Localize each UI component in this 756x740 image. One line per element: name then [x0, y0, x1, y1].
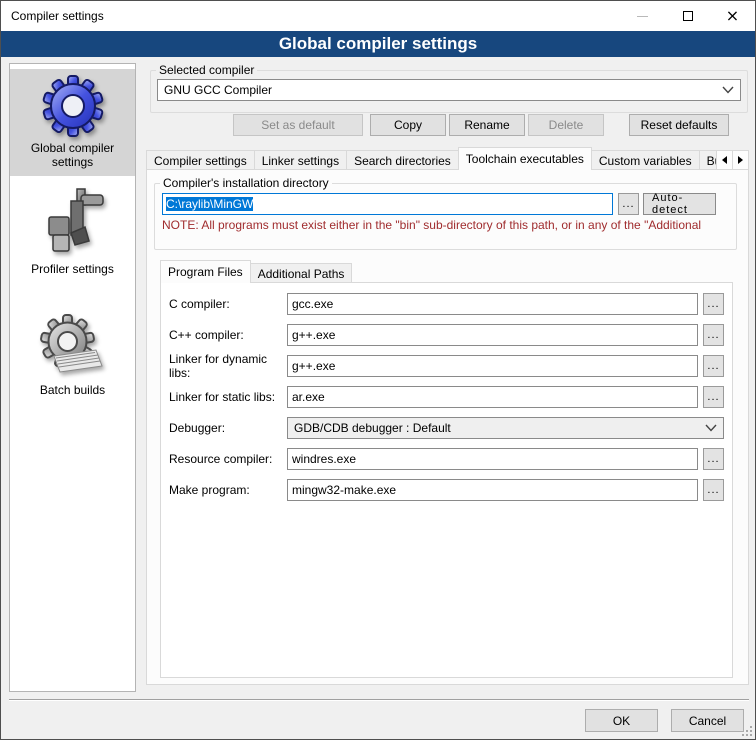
close-button[interactable]: × — [710, 1, 755, 31]
toolchain-executables-page: Compiler's installation directory C:\ray… — [146, 169, 749, 685]
browse-linker-static-button[interactable]: ... — [703, 386, 724, 408]
field-row-debugger: Debugger: GDB/CDB debugger : Default — [169, 417, 724, 439]
settings-category-list: Global compiler settings P — [9, 63, 136, 692]
browse-cpp-compiler-button[interactable]: ... — [703, 324, 724, 346]
resize-grip[interactable] — [742, 726, 752, 736]
tab-compiler-settings[interactable]: Compiler settings — [146, 150, 255, 170]
selected-compiler-group-label: Selected compiler — [156, 63, 257, 77]
installation-directory-input[interactable]: C:\raylib\MinGW — [162, 193, 613, 215]
field-label: Make program: — [169, 483, 287, 497]
browse-linker-dynamic-button[interactable]: ... — [703, 355, 724, 377]
compiler-settings-dialog: { "window": { "title": "Compiler setting… — [0, 0, 756, 740]
ok-button[interactable]: OK — [585, 709, 658, 732]
reset-defaults-button[interactable]: Reset defaults — [629, 114, 729, 136]
sidebar-item-label: Profiler settings — [12, 262, 133, 276]
delete-button: Delete — [528, 114, 604, 136]
compiler-select[interactable]: GNU GCC Compiler — [157, 79, 741, 101]
set-as-default-button: Set as default — [233, 114, 363, 136]
auto-detect-button[interactable]: Auto-detect — [643, 193, 716, 215]
minimize-button — [620, 1, 665, 31]
field-row-linker-static: Linker for static libs: ... — [169, 386, 724, 408]
page-title: Global compiler settings — [1, 31, 755, 57]
make-program-input[interactable] — [287, 479, 698, 501]
installation-directory-group-label: Compiler's installation directory — [160, 176, 332, 190]
linker-static-input[interactable] — [287, 386, 698, 408]
tab-custom-variables[interactable]: Custom variables — [591, 150, 700, 170]
chevron-down-icon — [722, 86, 734, 94]
tab-scroll-right-button[interactable] — [732, 150, 749, 170]
program-files-tabstrip: Program Files Additional Paths — [160, 260, 351, 283]
gray-gear-stack-icon — [12, 314, 133, 380]
debugger-select[interactable]: GDB/CDB debugger : Default — [287, 417, 724, 439]
compiler-actions: Set as default Copy Rename Delete Reset … — [151, 114, 747, 136]
tab-program-files[interactable]: Program Files — [160, 260, 251, 283]
field-row-c-compiler: C compiler: ... — [169, 293, 724, 315]
footer-divider — [9, 699, 749, 701]
field-label: C compiler: — [169, 297, 287, 311]
arrow-left-icon — [722, 156, 727, 164]
field-row-linker-dynamic: Linker for dynamic libs: ... — [169, 355, 724, 377]
installation-directory-value: C:\raylib\MinGW — [166, 197, 253, 211]
field-row-make-program: Make program: ... — [169, 479, 724, 501]
sidebar-item-label: Global compiler settings — [12, 141, 133, 169]
browse-directory-button[interactable]: ... — [618, 193, 639, 215]
selected-compiler-group: Selected compiler GNU GCC Compiler — [150, 63, 748, 113]
sidebar-item-batch-builds[interactable]: Batch builds — [10, 309, 135, 404]
tab-toolchain-executables[interactable]: Toolchain executables — [458, 147, 592, 170]
program-files-page: C compiler: ... C++ compiler: ... Linker… — [160, 282, 733, 678]
sidebar-item-label: Batch builds — [12, 383, 133, 397]
field-label: Linker for dynamic libs: — [169, 352, 287, 380]
copy-button[interactable]: Copy — [370, 114, 446, 136]
resource-compiler-input[interactable] — [287, 448, 698, 470]
blue-gear-icon — [12, 74, 133, 138]
tab-scroll-left-button[interactable] — [716, 150, 733, 170]
maximize-button[interactable] — [665, 1, 710, 31]
tab-linker-settings[interactable]: Linker settings — [254, 150, 347, 170]
tab-additional-paths[interactable]: Additional Paths — [250, 263, 353, 283]
bin-subdirectory-note: NOTE: All programs must exist either in … — [162, 218, 728, 232]
installation-directory-group: Compiler's installation directory C:\ray… — [154, 176, 737, 250]
browse-resource-compiler-button[interactable]: ... — [703, 448, 724, 470]
field-row-resource-compiler: Resource compiler: ... — [169, 448, 724, 470]
cancel-button[interactable]: Cancel — [671, 709, 744, 732]
sidebar-item-profiler-settings[interactable]: Profiler settings — [10, 182, 135, 283]
cpp-compiler-input[interactable] — [287, 324, 698, 346]
browse-c-compiler-button[interactable]: ... — [703, 293, 724, 315]
rename-button[interactable]: Rename — [449, 114, 525, 136]
window-title: Compiler settings — [1, 9, 104, 23]
close-icon: × — [726, 11, 739, 21]
compiler-select-value: GNU GCC Compiler — [164, 83, 722, 97]
minimize-icon — [637, 16, 648, 17]
browse-make-program-button[interactable]: ... — [703, 479, 724, 501]
field-label: Linker for static libs: — [169, 390, 287, 404]
tab-search-directories[interactable]: Search directories — [346, 150, 459, 170]
titlebar: Compiler settings × — [1, 1, 755, 31]
debugger-select-value: GDB/CDB debugger : Default — [294, 421, 705, 435]
field-row-cpp-compiler: C++ compiler: ... — [169, 324, 724, 346]
chevron-down-icon — [705, 424, 717, 432]
main-tabstrip: Compiler settings Linker settings Search… — [146, 147, 749, 170]
arrow-right-icon — [738, 156, 743, 164]
maximize-icon — [683, 11, 693, 21]
c-compiler-input[interactable] — [287, 293, 698, 315]
caliper-profiler-icon — [12, 187, 133, 259]
field-label: Debugger: — [169, 421, 287, 435]
field-label: Resource compiler: — [169, 452, 287, 466]
sidebar-item-global-compiler-settings[interactable]: Global compiler settings — [10, 69, 135, 176]
linker-dynamic-input[interactable] — [287, 355, 698, 377]
field-label: C++ compiler: — [169, 328, 287, 342]
